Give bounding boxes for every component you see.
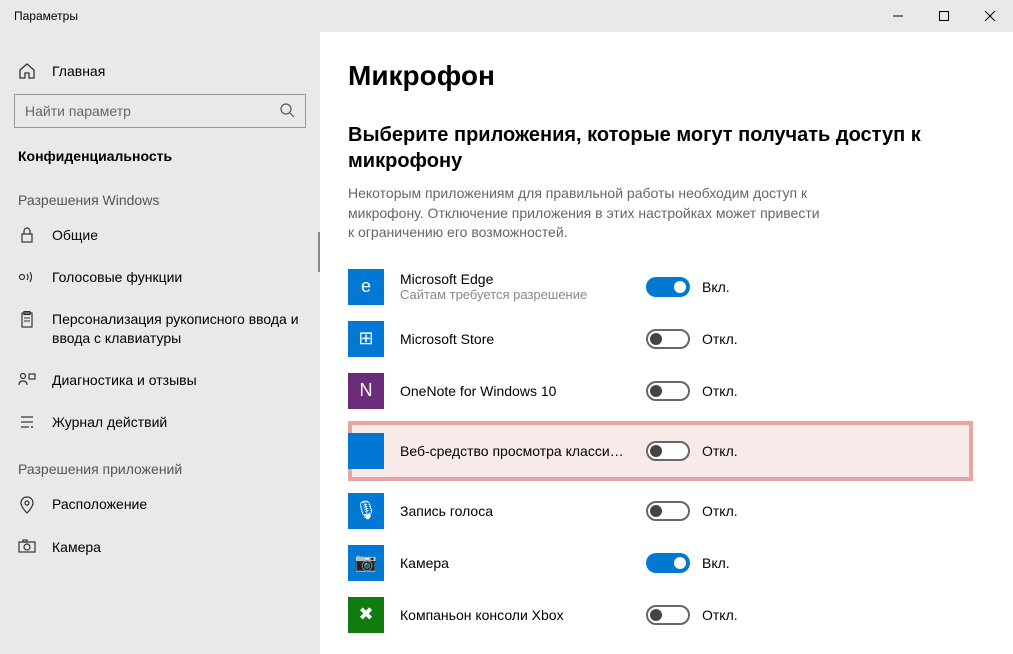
search-placeholder: Найти параметр bbox=[25, 103, 131, 119]
category-label: Конфиденциальность bbox=[0, 136, 320, 174]
search-input[interactable]: Найти параметр bbox=[14, 94, 306, 128]
toggle-label: Откл. bbox=[702, 503, 738, 519]
app-row: 🎙 Запись голоса Откл. bbox=[348, 485, 973, 537]
app-info: Веб-средство просмотра классиче... bbox=[400, 443, 630, 459]
app-info: Microsoft EdgeСайтам требуется разрешени… bbox=[400, 271, 630, 302]
nav-label: Голосовые функции bbox=[52, 268, 306, 286]
toggle-label: Вкл. bbox=[702, 279, 730, 295]
app-row: Веб-средство просмотра классиче... Откл. bbox=[348, 429, 969, 473]
toggle-switch[interactable] bbox=[646, 277, 690, 297]
nav-speech[interactable]: Голосовые функции bbox=[0, 256, 320, 298]
title-bar: Параметры bbox=[0, 0, 1013, 32]
clipboard-icon bbox=[18, 311, 36, 329]
app-icon: ⊞ bbox=[348, 321, 384, 357]
app-icon: 🎙 bbox=[348, 493, 384, 529]
speech-icon bbox=[18, 269, 36, 285]
toggle-wrap: Откл. bbox=[646, 501, 756, 521]
app-name: Веб-средство просмотра классиче... bbox=[400, 443, 630, 459]
toggle-switch[interactable] bbox=[646, 605, 690, 625]
app-info: Запись голоса bbox=[400, 503, 630, 519]
nav-label: Расположение bbox=[52, 495, 306, 513]
home-icon bbox=[18, 62, 36, 80]
toggle-wrap: Откл. bbox=[646, 605, 756, 625]
search-icon bbox=[279, 102, 295, 121]
nav-activity[interactable]: Журнал действий bbox=[0, 401, 320, 443]
toggle-switch[interactable] bbox=[646, 329, 690, 349]
sidebar: Главная Найти параметр Конфиденциальност… bbox=[0, 32, 320, 654]
toggle-switch[interactable] bbox=[646, 441, 690, 461]
app-row: N OneNote for Windows 10 Откл. bbox=[348, 365, 973, 417]
app-name: Запись голоса bbox=[400, 503, 630, 519]
app-icon: 📷 bbox=[348, 545, 384, 581]
home-label: Главная bbox=[52, 63, 105, 79]
toggle-wrap: Откл. bbox=[646, 381, 756, 401]
app-icon: e bbox=[348, 269, 384, 305]
nav-general[interactable]: Общие bbox=[0, 214, 320, 256]
history-icon bbox=[18, 414, 36, 430]
toggle-switch[interactable] bbox=[646, 553, 690, 573]
app-icon: N bbox=[348, 373, 384, 409]
nav-camera[interactable]: Камера bbox=[0, 526, 320, 568]
toggle-label: Откл. bbox=[702, 331, 738, 347]
main-content: Микрофон Выберите приложения, которые мо… bbox=[320, 32, 1013, 654]
maximize-button[interactable] bbox=[921, 0, 967, 32]
toggle-label: Откл. bbox=[702, 383, 738, 399]
app-info: OneNote for Windows 10 bbox=[400, 383, 630, 399]
app-name: Microsoft Edge bbox=[400, 271, 630, 287]
scrollbar-thumb[interactable] bbox=[318, 232, 320, 272]
section-header-app-perms: Разрешения приложений bbox=[0, 443, 320, 483]
section-title: Выберите приложения, которые могут получ… bbox=[348, 122, 973, 174]
nav-inking[interactable]: Персонализация рукописного ввода и ввода… bbox=[0, 298, 320, 358]
toggle-label: Вкл. bbox=[702, 555, 730, 571]
app-row: ⊞ Microsoft Store Откл. bbox=[348, 313, 973, 365]
camera-icon bbox=[18, 539, 36, 553]
toggle-label: Откл. bbox=[702, 607, 738, 623]
lock-icon bbox=[18, 227, 36, 243]
app-icon bbox=[348, 433, 384, 469]
section-header-windows-perms: Разрешения Windows bbox=[0, 174, 320, 214]
app-subtitle: Сайтам требуется разрешение bbox=[400, 287, 630, 302]
section-description: Некоторым приложениям для правильной раб… bbox=[348, 184, 828, 243]
app-icon: ✖ bbox=[348, 597, 384, 633]
home-nav[interactable]: Главная bbox=[0, 52, 320, 90]
app-name: OneNote for Windows 10 bbox=[400, 383, 630, 399]
window-controls bbox=[875, 0, 1013, 32]
page-title: Микрофон bbox=[348, 60, 973, 92]
window-title: Параметры bbox=[14, 9, 78, 23]
app-info: Камера bbox=[400, 555, 630, 571]
app-info: Microsoft Store bbox=[400, 331, 630, 347]
nav-label: Общие bbox=[52, 226, 306, 244]
toggle-wrap: Откл. bbox=[646, 329, 756, 349]
toggle-switch[interactable] bbox=[646, 381, 690, 401]
location-icon bbox=[18, 496, 36, 514]
toggle-wrap: Вкл. bbox=[646, 553, 756, 573]
close-button[interactable] bbox=[967, 0, 1013, 32]
toggle-wrap: Вкл. bbox=[646, 277, 756, 297]
toggle-wrap: Откл. bbox=[646, 441, 756, 461]
app-row: ✖ Компаньон консоли Xbox Откл. bbox=[348, 589, 973, 641]
app-name: Microsoft Store bbox=[400, 331, 630, 347]
nav-label: Диагностика и отзывы bbox=[52, 371, 306, 389]
nav-label: Персонализация рукописного ввода и ввода… bbox=[52, 310, 306, 346]
toggle-label: Откл. bbox=[702, 443, 738, 459]
app-row: e Microsoft EdgeСайтам требуется разрешен… bbox=[348, 261, 973, 313]
minimize-button[interactable] bbox=[875, 0, 921, 32]
nav-diagnostics[interactable]: Диагностика и отзывы bbox=[0, 359, 320, 401]
app-name: Компаньон консоли Xbox bbox=[400, 607, 630, 623]
app-info: Компаньон консоли Xbox bbox=[400, 607, 630, 623]
nav-label: Журнал действий bbox=[52, 413, 306, 431]
apps-list: e Microsoft EdgeСайтам требуется разрешен… bbox=[348, 261, 973, 641]
app-name: Камера bbox=[400, 555, 630, 571]
feedback-icon bbox=[18, 372, 36, 388]
toggle-switch[interactable] bbox=[646, 501, 690, 521]
nav-label: Камера bbox=[52, 538, 306, 556]
nav-location[interactable]: Расположение bbox=[0, 483, 320, 526]
app-row: 📷 Камера Вкл. bbox=[348, 537, 973, 589]
